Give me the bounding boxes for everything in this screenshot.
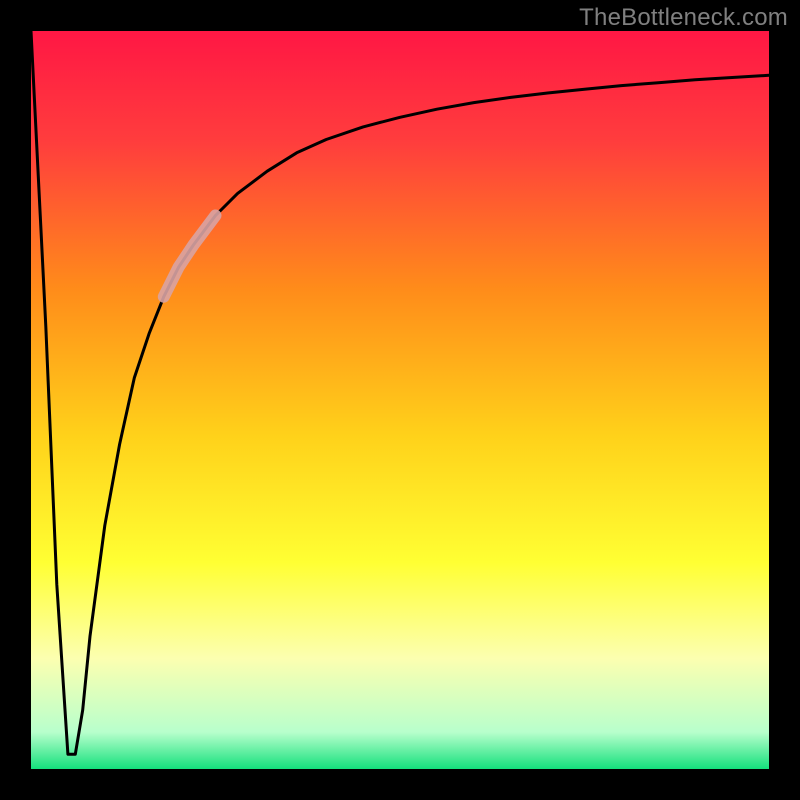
watermark-text: TheBottleneck.com — [579, 4, 788, 32]
plot-background — [31, 31, 769, 769]
chart-container: TheBottleneck.com — [0, 0, 800, 800]
bottleneck-chart — [0, 0, 800, 800]
